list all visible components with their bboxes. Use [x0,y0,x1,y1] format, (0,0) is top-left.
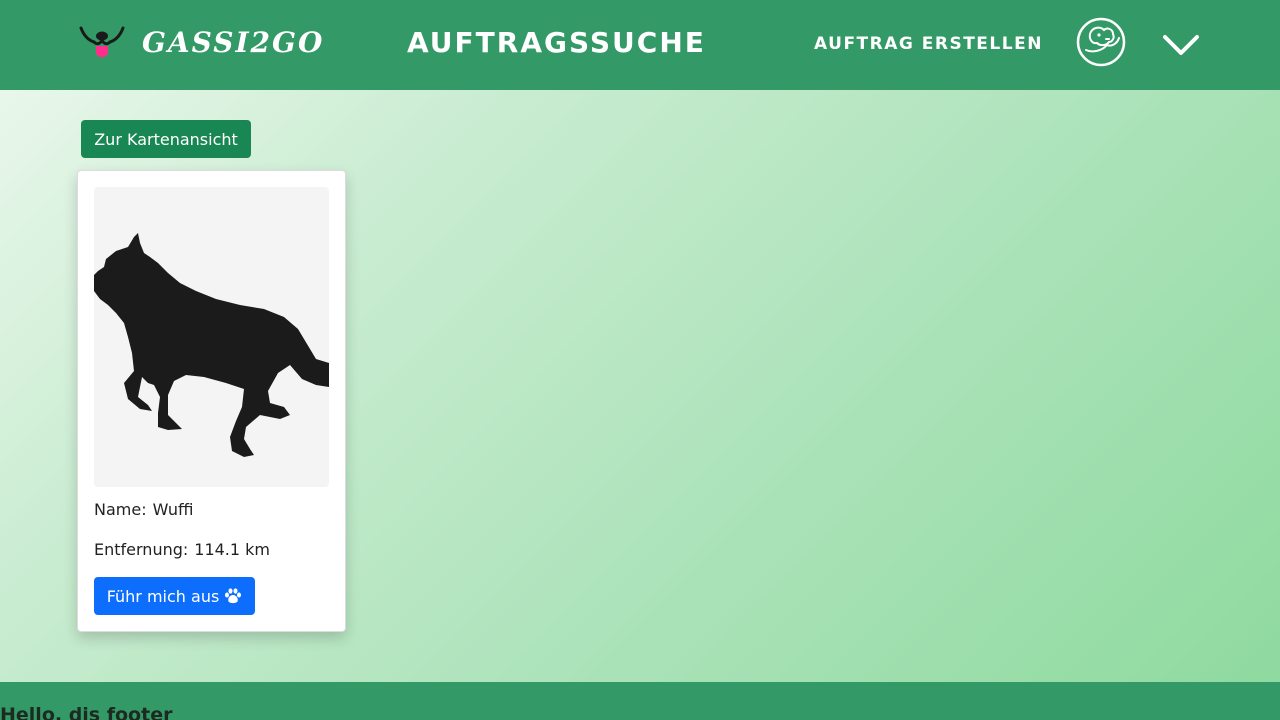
chevron-down-icon[interactable] [1162,31,1200,59]
dog-name-field: Name: Wuffi [94,500,193,519]
footer-text: Hello, dis footer [0,704,173,720]
map-view-button[interactable]: Zur Kartenansicht [81,120,251,158]
paw-icon [225,588,242,604]
distance-label: Entfernung: [94,540,189,559]
dog-image [94,187,329,487]
page-title: AUFTRAGSSUCHE [407,26,706,59]
dog-avatar-icon[interactable] [1076,17,1126,67]
dog-silhouette-image [94,233,329,457]
dog-name-value: Wuffi [152,500,194,519]
brand[interactable]: GASSI2GO [78,22,324,62]
create-order-link[interactable]: AUFTRAG ERSTELLEN [814,34,1043,54]
dog-face-logo-icon [79,26,125,58]
walk-dog-button[interactable]: Führ mich aus [94,577,255,615]
name-label: Name: [94,500,147,519]
distance-field: Entfernung: 114.1 km [94,540,270,559]
distance-value: 114.1 km [194,540,271,559]
brand-name: GASSI2GO [142,25,325,59]
dog-card: Name: Wuffi Entfernung: 114.1 km Führ mi… [77,170,346,632]
walk-button-label: Führ mich aus [106,586,220,606]
footer: Hello, dis footer [0,682,1280,720]
top-navbar: GASSI2GO AUFTRAGSSUCHE AUFTRAG ERSTELLEN [0,0,1280,90]
